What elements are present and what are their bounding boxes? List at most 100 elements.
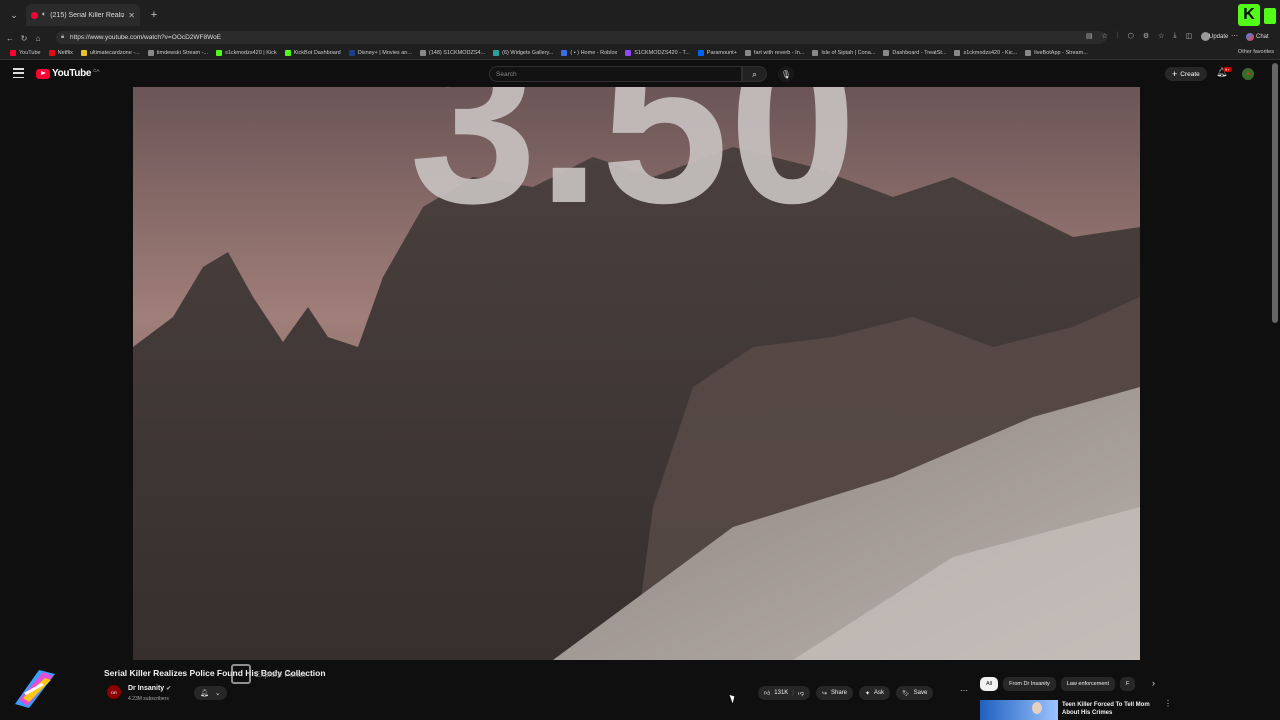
chip-3[interactable]: F	[1119, 677, 1136, 691]
bookmark-item[interactable]: Dashboard - TreatSt...	[879, 49, 950, 56]
bookmark-item[interactable]: KickBot Dashboard	[281, 49, 345, 56]
bookmark-label: timdewski Stream -...	[156, 49, 209, 56]
bookmark-item[interactable]: Paramount+	[694, 49, 741, 56]
channel-name[interactable]: Dr Insanity ✔	[128, 685, 171, 692]
bookmark-item[interactable]: (6) Widgets Gallery...	[489, 49, 557, 56]
recommended-video-title[interactable]: Teen Killer Forced To Tell Mom About His…	[1062, 701, 1162, 717]
youtube-wordmark: YouTube	[52, 68, 92, 79]
speaker-icon[interactable]: 🔈︎	[42, 11, 46, 19]
watermark-overlay: Explore Peran	[231, 664, 306, 684]
thumbs-down-icon[interactable]: 👎︎	[798, 689, 804, 697]
extensions-icon[interactable]: ⬡	[1128, 32, 1134, 41]
voice-search-mic-icon[interactable]: 🎙︎	[778, 66, 794, 82]
save-button[interactable]: 🔖︎ Save	[896, 686, 934, 700]
bookmark-item[interactable]: Isle of Siptah | Cona...	[808, 49, 879, 56]
search-button[interactable]: ⌕	[742, 66, 767, 82]
bookmark-favicon-icon	[1025, 49, 1032, 56]
kick-logo-icon[interactable]: K	[1238, 4, 1260, 26]
recommended-video-thumbnail[interactable]	[980, 700, 1058, 720]
bookmark-favicon-icon	[419, 49, 426, 56]
bookmark-favicon-icon	[216, 49, 223, 56]
home-icon[interactable]: ⌂	[31, 34, 45, 43]
bookmark-item[interactable]: Netflix	[45, 49, 77, 56]
bookmark-favicon-icon	[812, 49, 819, 56]
more-actions-icon[interactable]: ⋯	[960, 686, 968, 695]
account-avatar[interactable]: ●	[1242, 68, 1254, 80]
recommendation-chips: All From Dr Insanity Law enforcement F	[980, 677, 1136, 691]
bookmark-item[interactable]: s1ckmodzs420 - Kic...	[950, 49, 1021, 56]
share-button[interactable]: ↪ Share	[815, 686, 853, 700]
refresh-icon[interactable]: ↻	[17, 34, 31, 43]
tab-title: (215) Serial Killer Realizes Pc	[50, 11, 125, 19]
divider: |	[792, 690, 794, 696]
bookmark-favicon-icon	[493, 49, 500, 56]
downloads-icon[interactable]: ⤓	[1173, 32, 1176, 41]
bookmark-item[interactable]: S1CKMODZS420 - T...	[621, 49, 694, 56]
chevron-down-icon: ⌄	[214, 690, 221, 697]
lock-icon[interactable]: 🔒︎	[61, 34, 64, 41]
menu-hamburger-icon[interactable]	[13, 68, 24, 78]
address-bar[interactable]: 🔒︎ https://www.youtube.com/watch?v=OOcD2…	[56, 31, 1106, 44]
bookmark-item[interactable]: s1ckmodzs420 | Kick	[212, 49, 281, 56]
like-button[interactable]: 👍︎ 131K | 👎︎	[758, 686, 810, 700]
reader-icon[interactable]: ▤	[1086, 32, 1093, 41]
back-arrow-icon[interactable]: ←	[3, 34, 17, 43]
close-tab-icon[interactable]: ✕	[128, 11, 135, 20]
video-player[interactable]: 3.50	[133, 87, 1140, 660]
bookmark-label: Netflix	[57, 49, 73, 56]
browser-tab-active[interactable]: 🔈︎ (215) Serial Killer Realizes Pc ✕	[26, 4, 140, 26]
recommendation-more-icon[interactable]: ⋮	[1164, 699, 1172, 708]
extension-icon[interactable]: ⚙	[1143, 32, 1149, 41]
bookmark-label: KickBot Dashboard	[293, 49, 341, 56]
bookmark-favicon-icon	[48, 49, 55, 56]
video-actions: 👍︎ 131K | 👎︎ ↪ Share ✦ Ask 🔖︎ Save	[758, 686, 934, 700]
share-label: Share	[830, 690, 847, 696]
chevron-right-icon[interactable]: ›	[1152, 678, 1155, 688]
bookmark-favicon-icon	[744, 49, 751, 56]
bookmark-favicon-icon	[561, 49, 568, 56]
chip-2[interactable]: Law enforcement	[1060, 677, 1115, 691]
bookmark-label: Paramount+	[706, 49, 737, 56]
copilot-chat-button[interactable]: Chat	[1246, 31, 1269, 43]
other-favorites[interactable]: Other favorites	[1238, 49, 1274, 55]
page-scrollbar[interactable]	[1272, 63, 1278, 323]
ask-button[interactable]: ✦ Ask	[859, 686, 891, 700]
subscriber-count: 4.23M subscribers	[128, 696, 169, 702]
chip-1[interactable]: From Dr Insanity	[1003, 677, 1056, 691]
tab-search-chevron-icon[interactable]: ⌄	[4, 5, 24, 25]
bookmark-item[interactable]: ( • ) Home - Roblox	[557, 49, 621, 56]
browser-menu-icon[interactable]: ⋯	[1231, 32, 1238, 40]
search-placeholder: Search	[496, 70, 517, 78]
search-input[interactable]: Search	[489, 66, 742, 82]
bookmark-item[interactable]: YouTube	[6, 49, 45, 56]
watermark-text: Explore Peran	[255, 669, 306, 679]
extensions-puzzle-icon[interactable]: ◫	[1186, 32, 1193, 41]
bookmark-label: s1ckmodzs420 - Kic...	[963, 49, 1018, 56]
chip-0[interactable]: All	[980, 677, 999, 691]
plus-icon: +	[1172, 69, 1178, 79]
create-button[interactable]: + Create	[1165, 67, 1207, 81]
bookmark-item[interactable]: liveBotApp - Stream...	[1021, 49, 1092, 56]
bookmark-item[interactable]: timdewski Stream -...	[144, 49, 212, 56]
youtube-favicon-icon	[31, 11, 38, 19]
mouse-cursor-icon	[729, 693, 737, 704]
youtube-logo[interactable]: YouTube CA	[36, 68, 99, 79]
ask-label: Ask	[874, 690, 885, 696]
channel-avatar[interactable]: DR	[107, 685, 121, 699]
chat-label: Chat	[1256, 34, 1269, 40]
channel-logo-overlay	[9, 664, 61, 712]
bookmark-item[interactable]: ultimatecardzone -...	[77, 49, 144, 56]
bell-icon: 🔔︎	[200, 690, 209, 697]
bookmark-item[interactable]: (148) S1CKMODZS4...	[416, 49, 489, 56]
bookmark-item[interactable]: Disney+ | Movies an...	[345, 49, 416, 56]
favorite-star-icon[interactable]: ☆	[1102, 32, 1108, 41]
video-overlay-number: 3.50	[409, 87, 857, 251]
bookmark-item[interactable]: fart with reverb - In...	[741, 49, 808, 56]
save-label: Save	[913, 690, 928, 696]
like-count: 131K	[774, 690, 789, 696]
new-tab-button[interactable]: +	[146, 7, 162, 23]
collections-icon[interactable]: ☆	[1158, 32, 1164, 41]
subscription-bell-button[interactable]: 🔔︎ ⌄	[194, 686, 227, 700]
update-button[interactable]: Update	[1204, 31, 1233, 43]
bookmark-favicon-icon	[80, 49, 87, 56]
